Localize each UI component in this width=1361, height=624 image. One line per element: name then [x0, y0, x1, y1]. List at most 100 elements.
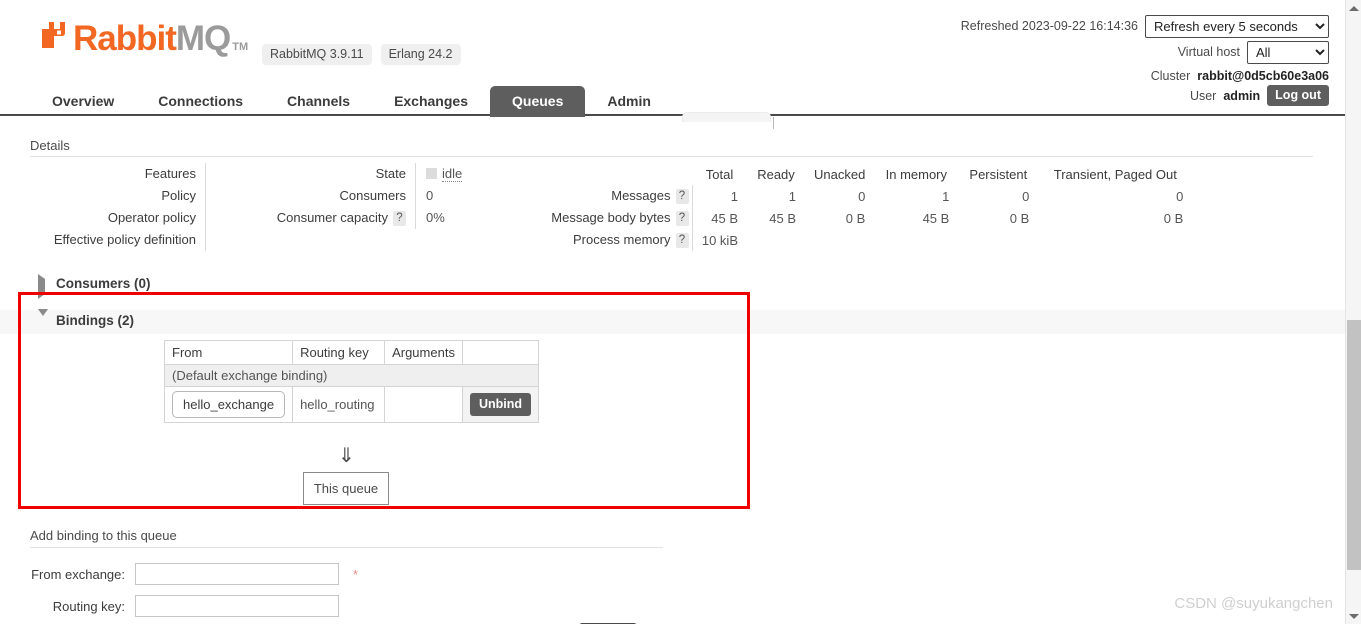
value-consumer-capacity: 0% — [426, 210, 445, 225]
features-labels: Features Policy Operator policy Effectiv… — [30, 163, 205, 251]
from-exchange-input[interactable] — [135, 563, 339, 585]
scroll-down-arrow-icon[interactable] — [1346, 608, 1361, 624]
refresh-row: Refreshed 2023-09-22 16:14:36 Refresh ev… — [961, 14, 1329, 38]
nav-item-queues[interactable]: Queues — [490, 86, 586, 117]
bindings-header-row: From Routing key Arguments — [163, 340, 540, 365]
process-memory-in-memory — [874, 229, 958, 251]
bindings-col-actions — [461, 340, 540, 365]
partially-hidden-divider — [773, 117, 774, 129]
scroll-up-arrow-icon[interactable] — [1346, 0, 1361, 16]
consumer-capacity-help-icon[interactable]: ? — [393, 211, 406, 226]
rabbitmq-version-pill: RabbitMQ 3.9.11 — [262, 44, 372, 65]
messages-persistent: 0 — [1022, 188, 1030, 204]
details-section-title: Details — [30, 138, 70, 153]
process-memory-ready — [747, 229, 805, 251]
refresh-interval-select[interactable]: Refresh every 5 seconds — [1145, 14, 1329, 38]
nav-item-channels[interactable]: Channels — [265, 86, 372, 117]
messages-in-memory: 1 — [942, 188, 950, 204]
routing-key-input[interactable] — [135, 595, 339, 617]
bindings-col-arguments: Arguments — [384, 340, 463, 365]
bindings-section-header[interactable]: Bindings (2) — [0, 309, 1345, 334]
table-row: Process memory? 10 kiB — [522, 229, 1192, 251]
row-label-messages: Messages? — [522, 185, 692, 207]
messages-stats-grid: Total Ready Unacked In memory Persistent… — [522, 163, 1193, 251]
from-exchange-label: From exchange: — [31, 566, 125, 582]
routing-key-row: Routing key: — [0, 590, 637, 622]
unbind-button[interactable]: Unbind — [469, 393, 531, 416]
rabbitmq-logo-mark-icon — [40, 20, 70, 55]
messages-total: 1 — [691, 185, 747, 207]
label-consumer-capacity: Consumer capacity? — [250, 207, 415, 229]
state-indicator-icon — [426, 168, 437, 179]
from-exchange-row: From exchange: * — [0, 558, 637, 590]
app-header: Rabbit MQ TM RabbitMQ 3.9.11 Erlang 24.2 R… — [0, 0, 1345, 106]
messages-transient-paged-out: 0 — [1176, 188, 1184, 204]
process-memory-total: 10 kiB — [691, 229, 747, 251]
erlang-version-pill: Erlang 24.2 — [380, 44, 461, 65]
nav-item-admin[interactable]: Admin — [585, 86, 673, 117]
cluster-row: Cluster rabbit@0d5cb60e3a06 — [961, 66, 1329, 85]
features-values — [205, 163, 216, 251]
value-state: idle — [426, 163, 485, 185]
state-values: idle 0 0% — [415, 163, 485, 229]
exchange-link-hello-exchange[interactable]: hello_exchange — [172, 391, 286, 418]
body-bytes-ready: 45 B — [769, 210, 796, 226]
messages-help-icon[interactable]: ? — [675, 189, 689, 204]
message-body-bytes-help-icon[interactable]: ? — [675, 211, 689, 226]
chevron-right-icon — [38, 274, 45, 299]
vhost-row: Virtual host All — [961, 40, 1329, 64]
bindings-col-from: From — [163, 340, 294, 365]
col-unacked: Unacked — [814, 166, 866, 182]
label-consumers: Consumers — [339, 188, 406, 203]
version-pills: RabbitMQ 3.9.11 Erlang 24.2 — [262, 44, 461, 65]
binding-flow-arrow-icon: ⇓ — [338, 445, 355, 467]
nav-item-list: Overview Connections Channels Exchanges … — [30, 86, 673, 117]
add-binding-divider — [30, 547, 663, 548]
table-row: (Default exchange binding) — [164, 364, 539, 387]
cluster-value: rabbit@0d5cb60e3a06 — [1197, 68, 1329, 83]
state-labels: State Consumers Consumer capacity? — [250, 163, 415, 229]
state-text: idle — [442, 166, 463, 182]
row-label-messages-text: Messages — [611, 188, 671, 203]
messages-header-row: Total Ready Unacked In memory Persistent… — [522, 163, 1192, 185]
process-memory-unacked — [805, 229, 874, 251]
label-effective-policy-definition: Effective policy definition — [53, 232, 196, 247]
binding-from-cell: hello_exchange — [163, 386, 294, 423]
process-memory-help-icon[interactable]: ? — [675, 233, 689, 248]
col-total: Total — [705, 166, 734, 182]
chevron-down-icon — [38, 309, 48, 331]
logo-text-mq: MQ — [175, 19, 231, 58]
body-bytes-in-memory: 45 B — [922, 210, 950, 226]
table-row: Message body bytes? 45 B 45 B 0 B 45 B 0… — [522, 207, 1192, 229]
body-bytes-persistent: 0 B — [1009, 210, 1030, 226]
label-features: Features — [144, 166, 196, 181]
body-bytes-transient-paged-out: 0 B — [1163, 210, 1184, 226]
vhost-select[interactable]: All — [1247, 40, 1329, 64]
col-in-memory: In memory — [885, 166, 948, 182]
body-bytes-total: 45 B — [691, 207, 747, 229]
messages-header-spacer — [522, 163, 692, 185]
binding-routing-key-cell: hello_routing — [292, 386, 386, 423]
col-persistent: Persistent — [969, 166, 1028, 182]
partially-hidden-panel — [682, 112, 771, 122]
col-ready: Ready — [757, 166, 795, 182]
page-scrollbar[interactable] — [1345, 0, 1361, 624]
label-policy: Policy — [161, 188, 196, 203]
row-label-message-body-bytes: Message body bytes? — [522, 207, 692, 229]
label-operator-policy: Operator policy — [107, 210, 196, 225]
rabbitmq-logo[interactable]: Rabbit MQ TM — [40, 20, 248, 56]
process-memory-persistent — [958, 229, 1038, 251]
consumers-section-label: Consumers (0) — [56, 276, 151, 291]
consumers-section-header[interactable]: Consumers (0) — [0, 273, 1345, 299]
logo-trademark: TM — [232, 41, 249, 53]
cluster-label: Cluster — [1150, 68, 1191, 83]
bindings-section-label: Bindings (2) — [56, 313, 134, 328]
nav-item-exchanges[interactable]: Exchanges — [372, 86, 490, 117]
features-label-group: Features Policy Operator policy Effectiv… — [30, 163, 216, 251]
required-marker: * — [353, 566, 359, 582]
nav-item-connections[interactable]: Connections — [136, 86, 265, 117]
bindings-col-routing-key: Routing key — [292, 340, 386, 365]
scrollbar-thumb[interactable] — [1347, 320, 1361, 570]
nav-item-overview[interactable]: Overview — [30, 86, 136, 117]
vhost-label: Virtual host — [1177, 45, 1240, 59]
